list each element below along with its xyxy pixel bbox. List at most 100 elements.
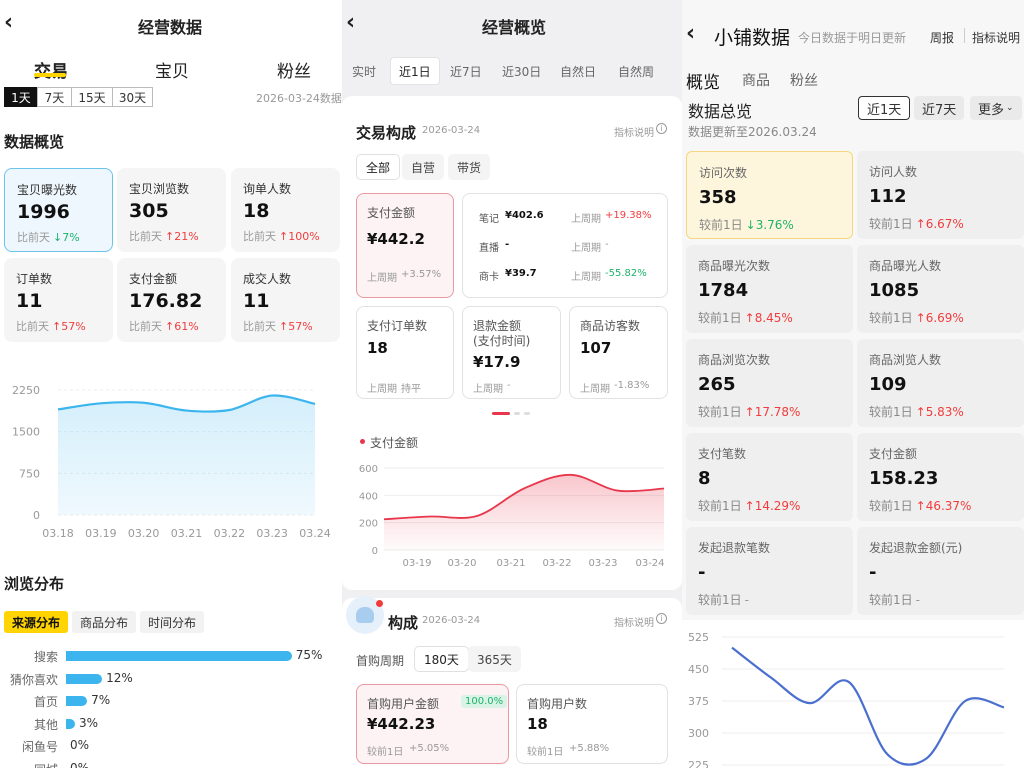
range-1day[interactable]: 近1天 [858, 96, 911, 120]
tab-time-dist[interactable]: 时间分布 [140, 611, 205, 633]
metric-card[interactable]: 宝贝浏览数 305 比前天 ↑21% [117, 168, 226, 252]
tab-items[interactable]: 宝贝 [155, 57, 189, 82]
paid-orders-prev: 上周期 [367, 384, 397, 395]
tab-fans[interactable]: 粉丝 [790, 70, 818, 90]
trend-arrow-icon: ↓ [53, 231, 63, 244]
help-link[interactable]: 指标说明 [614, 124, 654, 139]
metric-value: 158.23 [869, 468, 939, 489]
pay-amount-chart: 0 200 400 600 03-19 03-20 03-21 03-22 03-23 03-24 [359, 464, 665, 569]
metric-card[interactable]: 访问人数 112 较前1日 ↑6.67% [857, 151, 1024, 239]
tab-last7day[interactable]: 近7日 [442, 57, 490, 85]
metric-card[interactable]: 商品曝光次数 1784 较前1日 ↑8.45% [686, 245, 853, 333]
pager-dot[interactable] [524, 412, 530, 415]
first-buyer-count-card[interactable]: 首购用户数 18 较前1日 +5.88% [516, 684, 668, 764]
metric-label: 发起退款笔数 [698, 541, 771, 555]
tab-last1day[interactable]: 近1日 [390, 57, 440, 85]
metric-card[interactable]: 商品曝光人数 1085 较前1日 ↑6.69% [857, 245, 1024, 333]
tab-natural-day[interactable]: 自然日 [552, 57, 604, 85]
first-buyer-amount-card[interactable]: 首购用户金额 100.0% ¥442.23 较前1日 +5.05% [356, 684, 509, 764]
tab-fans[interactable]: 粉丝 [277, 57, 311, 82]
back-chevron-icon[interactable]: ‹ [686, 21, 695, 46]
filter-self[interactable]: 自营 [402, 154, 445, 180]
metric-card[interactable]: 发起退款金额(元) - 较前1日 - [857, 527, 1024, 615]
pay-change: +3.57% [401, 269, 442, 280]
pay-amount-card[interactable]: 支付金额 ¥442.2 上周期 +3.57% [356, 193, 454, 298]
metric-card[interactable]: 订单数 11 比前天 ↑57% [4, 258, 113, 342]
metric-card[interactable]: 支付金额 176.82 比前天 ↑61% [117, 258, 226, 342]
fbc-label: 首购用户数 [527, 697, 588, 711]
cycle-label: 首购周期 [356, 654, 405, 668]
x-tick-label: 03.18 [42, 527, 74, 540]
metric-label: 支付金额 [129, 272, 178, 286]
metric-label: 支付金额 [869, 447, 918, 461]
tab-natural-week[interactable]: 自然周 [610, 57, 662, 85]
range-30day[interactable]: 30天 [112, 87, 153, 107]
filter-all[interactable]: 全部 [356, 154, 401, 180]
pager-dot[interactable] [514, 412, 520, 415]
trend-arrow-icon: ↑ [915, 217, 926, 231]
metric-help-link[interactable]: 指标说明 [972, 29, 1020, 46]
help-link[interactable]: 指标说明 [614, 614, 654, 629]
visitors-label: 商品访客数 [580, 319, 641, 333]
back-chevron-icon[interactable]: ‹ [346, 10, 355, 35]
x-tick-label: 03.23 [256, 527, 288, 540]
panel-shop-data: ‹ 小铺数据 今日数据于明日更新 周报 指标说明 概览 商品 粉丝 数据总览 数… [682, 0, 1024, 768]
trade-composition-card: 交易构成 2026-03-24 指标说明 i 全部 自营 带货 支付金额 ¥44… [342, 96, 682, 590]
metric-value: 109 [869, 374, 907, 395]
range-7day[interactable]: 近7天 [914, 96, 965, 120]
paid-orders-card[interactable]: 支付订单数 18 上周期 持平 [356, 306, 454, 399]
y-tick-label: 750 [19, 467, 40, 480]
info-icon[interactable]: i [656, 613, 667, 624]
cycle-365[interactable]: 365天 [468, 646, 521, 672]
tab-trade[interactable]: 交易 [34, 57, 68, 82]
paid-orders-change: 持平 [401, 384, 421, 395]
cycle-180[interactable]: 180天 [414, 646, 469, 672]
y-tick-label: 200 [359, 519, 378, 530]
tab-item-dist[interactable]: 商品分布 [72, 611, 137, 633]
tab-source-dist[interactable]: 来源分布 [4, 611, 69, 633]
second-title: 构成 [388, 614, 419, 632]
filter-affiliate[interactable]: 带货 [448, 154, 491, 180]
back-chevron-icon[interactable]: ‹ [4, 10, 13, 35]
overview-title: 数据概览 [4, 133, 65, 151]
tab-overview[interactable]: 概览 [686, 68, 720, 93]
metric-card[interactable]: 访问次数 358 较前1日 ↓3.76% [686, 151, 853, 239]
channel-prev: 上周期 [571, 272, 601, 283]
trend-arrow-icon: ↑ [165, 320, 175, 333]
visitors-card[interactable]: 商品访客数 107 上周期 -1.83% [569, 306, 668, 399]
page-title: 小铺数据 [714, 27, 791, 49]
metric-card[interactable]: 宝贝曝光数 1996 比前天 ↓7% [4, 168, 113, 252]
metric-card[interactable]: 支付笔数 8 较前1日 ↑14.29% [686, 433, 853, 521]
metric-card[interactable]: 支付金额 158.23 较前1日 ↑46.37% [857, 433, 1024, 521]
metric-value: 112 [869, 186, 907, 207]
channel-change: -55.82% [605, 268, 647, 279]
x-tick-label: 03-22 [542, 558, 571, 569]
metric-compare: 较前1日 ↑6.67% [869, 215, 964, 232]
weekly-report-link[interactable]: 周报 [930, 29, 954, 46]
tab-products[interactable]: 商品 [742, 70, 770, 90]
info-icon[interactable]: i [656, 123, 667, 134]
compare-pct: 57% [288, 320, 313, 333]
pager-dot-active[interactable] [492, 412, 510, 415]
range-more[interactable]: 更多 ⌄ [970, 96, 1022, 120]
range-1day[interactable]: 1天 [4, 87, 38, 107]
tab-last30day[interactable]: 近30日 [494, 57, 549, 85]
metric-card[interactable]: 询单人数 18 比前天 ↑100% [231, 168, 340, 252]
dist-value: 0% [70, 760, 90, 768]
trend-arrow-icon: ↑ [744, 499, 755, 513]
refund-card[interactable]: 退款金额 (支付时间) ¥17.9 上周期 - [462, 306, 561, 399]
visitors-change: -1.83% [614, 380, 650, 391]
fbc-change: +5.88% [569, 743, 610, 754]
refund-value: ¥17.9 [473, 353, 521, 371]
x-tick-label: 03.21 [171, 527, 203, 540]
metric-card[interactable]: 商品浏览次数 265 较前1日 ↑17.78% [686, 339, 853, 427]
metric-compare: 较前1日 ↑17.78% [698, 403, 800, 420]
metric-card[interactable]: 发起退款笔数 - 较前1日 - [686, 527, 853, 615]
metric-card[interactable]: 商品浏览人数 109 较前1日 ↑5.83% [857, 339, 1024, 427]
metric-compare: 比前天 ↑21% [129, 228, 199, 244]
mascot-avatar[interactable] [346, 596, 384, 634]
tab-realtime[interactable]: 实时 [344, 57, 384, 85]
range-7day[interactable]: 7天 [37, 87, 72, 107]
range-15day[interactable]: 15天 [71, 87, 113, 107]
metric-card[interactable]: 成交人数 11 比前天 ↑57% [231, 258, 340, 342]
